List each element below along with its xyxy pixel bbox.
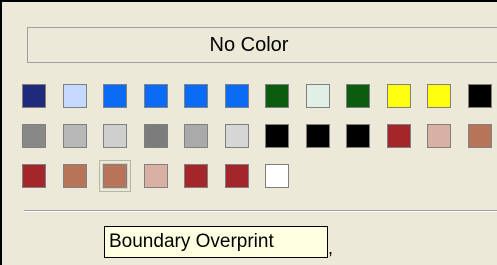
- color-swatch[interactable]: [306, 84, 330, 108]
- color-swatch[interactable]: [184, 164, 208, 188]
- color-swatch[interactable]: [184, 124, 208, 148]
- color-swatch[interactable]: [306, 124, 330, 148]
- color-swatch[interactable]: [387, 124, 411, 148]
- color-swatch[interactable]: [346, 84, 370, 108]
- color-swatch[interactable]: [144, 84, 168, 108]
- color-swatch[interactable]: [22, 84, 46, 108]
- color-swatch[interactable]: [265, 164, 289, 188]
- color-swatch[interactable]: [22, 124, 46, 148]
- color-swatch[interactable]: [22, 164, 46, 188]
- tooltip-text: Boundary Overprint: [109, 231, 274, 252]
- color-picker-panel: No Color Boundary Overprint ,: [0, 0, 497, 265]
- no-color-label: No Color: [209, 33, 289, 56]
- tooltip: Boundary Overprint: [104, 226, 328, 258]
- color-swatch[interactable]: [63, 164, 87, 188]
- no-color-button[interactable]: No Color: [27, 27, 497, 63]
- color-swatch[interactable]: [468, 84, 492, 108]
- color-swatch[interactable]: [346, 124, 370, 148]
- color-swatch[interactable]: [63, 124, 87, 148]
- color-swatch[interactable]: [468, 124, 492, 148]
- tooltip-trailing-mark: ,: [328, 238, 334, 258]
- color-swatch[interactable]: [144, 164, 168, 188]
- color-swatch[interactable]: [103, 84, 127, 108]
- color-swatch[interactable]: [225, 124, 249, 148]
- color-swatch[interactable]: [387, 84, 411, 108]
- color-swatch[interactable]: [427, 84, 451, 108]
- color-swatch[interactable]: [103, 124, 127, 148]
- color-swatch[interactable]: [225, 84, 249, 108]
- color-swatch[interactable]: [265, 84, 289, 108]
- color-swatch-grid: [22, 84, 497, 204]
- color-swatch[interactable]: [102, 163, 128, 189]
- color-swatch[interactable]: [427, 124, 451, 148]
- color-swatch[interactable]: [144, 124, 168, 148]
- color-swatch[interactable]: [184, 84, 208, 108]
- divider: [24, 210, 497, 212]
- color-swatch[interactable]: [265, 124, 289, 148]
- color-swatch[interactable]: [63, 84, 87, 108]
- color-swatch[interactable]: [225, 164, 249, 188]
